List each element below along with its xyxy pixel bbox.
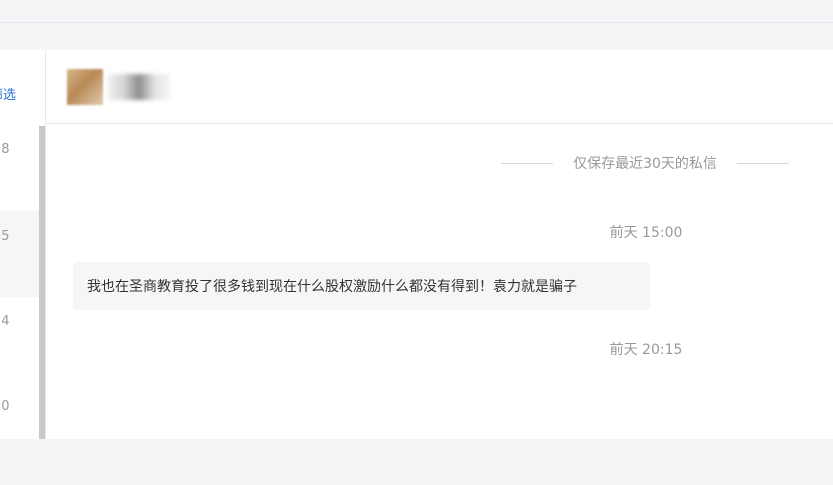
message-text: 我也在圣商教育投了很多钱到现在什么股权激励什么都没有得到！袁力就是骗子 <box>87 279 577 295</box>
retention-notice: 仅保存最近30天的私信 <box>501 153 789 173</box>
message-timestamp: 前天 20:15 <box>609 342 683 358</box>
conversation-time: 18 <box>0 142 10 157</box>
chat-panel: 仅保存最近30天的私信 前天 15:00 我也在圣商教育投了很多钱到现在什么股权… <box>46 50 833 439</box>
conversation-item[interactable]: 30 <box>0 399 40 485</box>
chat-header <box>46 50 833 124</box>
conversation-time: 15 <box>0 229 10 244</box>
conversation-sidebar: 筛选 18 15 24 30 <box>0 50 45 439</box>
message-timestamp: 前天 15:00 <box>609 225 683 241</box>
username-redacted <box>108 74 170 100</box>
top-bar <box>0 0 833 23</box>
conversation-item[interactable]: 24 <box>0 314 40 400</box>
conversation-item[interactable]: 15 <box>0 211 40 297</box>
retention-notice-text: 仅保存最近30天的私信 <box>573 156 717 172</box>
message-bubble: 我也在圣商教育投了很多钱到现在什么股权激励什么都没有得到！袁力就是骗子 <box>73 262 650 310</box>
conversation-time: 30 <box>0 399 10 414</box>
divider-line <box>501 162 553 164</box>
conversation-time: 24 <box>0 314 10 329</box>
avatar[interactable] <box>67 69 103 105</box>
filter-button[interactable]: 筛选 <box>0 84 40 103</box>
divider-line <box>736 162 789 164</box>
